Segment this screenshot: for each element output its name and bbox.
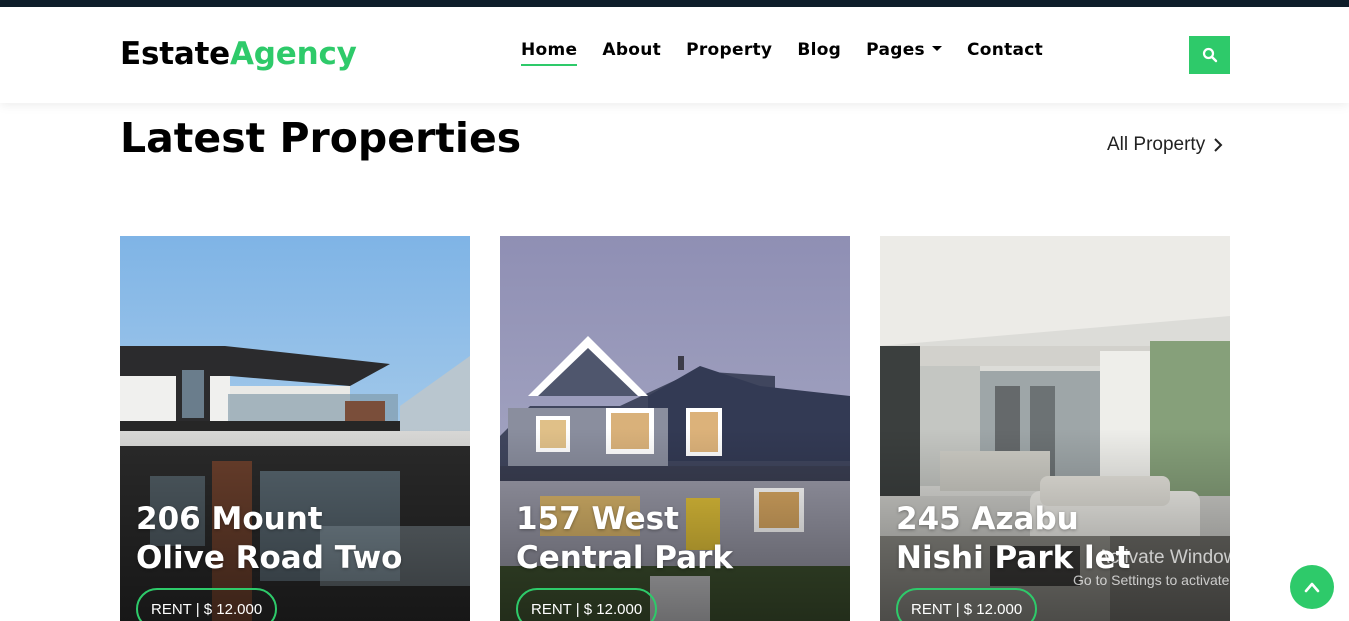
chevron-up-icon (1304, 582, 1320, 593)
chevron-right-icon (1214, 138, 1223, 152)
main-nav: Home About Property Blog Pages Contact (521, 40, 1068, 66)
property-card[interactable]: 206 Mount Olive Road Two RENT | $ 12.000 (120, 236, 470, 621)
card-title[interactable]: 206 Mount Olive Road Two (136, 500, 466, 578)
price-badge[interactable]: RENT | $ 12.000 (516, 588, 658, 621)
nav-contact[interactable]: Contact (967, 40, 1043, 66)
card-title-line1: 245 Azabu (896, 501, 1079, 537)
property-card[interactable]: 157 West Central Park RENT | $ 12.000 (500, 236, 850, 621)
activation-watermark: Activate Windows Go to Settings to activ… (1073, 547, 1294, 588)
all-property-label: All Property (1107, 134, 1206, 155)
nav-blog[interactable]: Blog (797, 40, 841, 66)
card-title-line1: 157 West (516, 501, 679, 537)
nav-home[interactable]: Home (521, 40, 578, 66)
all-property-link[interactable]: All Property (1107, 134, 1223, 156)
brand-logo[interactable]: EstateAgency (120, 36, 357, 72)
watermark-line2: Go to Settings to activate Windows. (1073, 572, 1294, 588)
caret-down-icon (931, 45, 942, 51)
brand-part2: Agency (230, 36, 357, 72)
price-badge[interactable]: RENT | $ 12.000 (896, 588, 1038, 621)
card-title-line2: Olive Road Two (136, 540, 403, 576)
card-title[interactable]: 157 West Central Park (516, 500, 846, 578)
card-title-line1: 206 Mount (136, 501, 323, 537)
search-button[interactable] (1189, 36, 1230, 74)
nav-pages-dropdown[interactable]: Pages (866, 40, 942, 66)
watermark-line1: Activate Windows (1097, 547, 1247, 568)
brand-part1: Estate (120, 36, 231, 72)
nav-property[interactable]: Property (686, 40, 772, 66)
navbar: EstateAgency Home About Property Blog Pa… (0, 7, 1349, 103)
section-title: Latest Properties (120, 114, 522, 162)
back-to-top-button[interactable] (1290, 565, 1334, 609)
nav-pages-label: Pages (866, 40, 925, 60)
nav-about[interactable]: About (602, 40, 661, 66)
price-badge[interactable]: RENT | $ 12.000 (136, 588, 278, 621)
top-accent-bar (0, 0, 1349, 7)
card-title-line2: Central Park (516, 540, 733, 576)
search-icon (1202, 47, 1217, 63)
